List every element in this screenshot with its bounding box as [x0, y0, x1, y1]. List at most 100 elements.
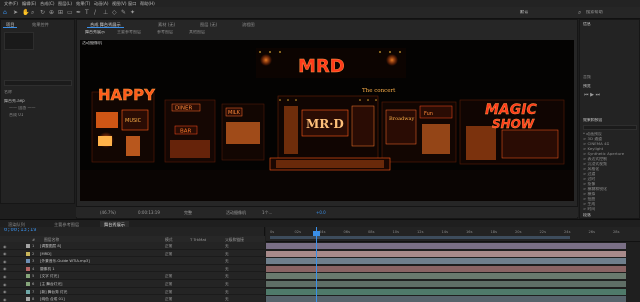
- effects-item[interactable]: > 过时: [583, 177, 595, 181]
- stamp-tool-icon[interactable]: ⊥: [103, 9, 111, 17]
- layer-label-color[interactable]: [26, 282, 30, 286]
- home-icon[interactable]: ⌂: [3, 9, 11, 17]
- layer-parent[interactable]: 无: [225, 290, 229, 295]
- resolution-dropdown[interactable]: 完整: [184, 210, 192, 216]
- layer-parent[interactable]: 无: [225, 297, 229, 302]
- layer-mode[interactable]: 正常: [165, 282, 172, 287]
- layer-parent[interactable]: 无: [225, 252, 229, 257]
- effects-item[interactable]: > Keylight: [583, 147, 603, 151]
- layer-duration-bar[interactable]: [266, 258, 626, 265]
- layer-label-color[interactable]: [26, 259, 30, 264]
- current-time-indicator-handle[interactable]: [313, 231, 320, 236]
- zoom-dropdown[interactable]: (46.7%): [100, 210, 116, 215]
- visibility-eye-icon[interactable]: ◉: [3, 282, 7, 287]
- layer-duration-bar[interactable]: [266, 281, 626, 287]
- layer-parent[interactable]: 无: [225, 274, 229, 279]
- eraser-tool-icon[interactable]: ◇: [112, 9, 120, 17]
- effects-item[interactable]: > 模拟: [583, 192, 595, 196]
- breadcrumb-item[interactable]: 其他图层: [189, 30, 205, 34]
- visibility-eye-icon[interactable]: ◉: [3, 251, 7, 256]
- search-icon[interactable]: ⌕: [578, 9, 581, 17]
- breadcrumb-item[interactable]: 主要参考图层: [117, 30, 141, 34]
- layer-name[interactable]: 摄像机 1: [40, 267, 135, 272]
- layer-row[interactable]: ◉ 4 摄像机 1 无: [0, 264, 265, 273]
- tab-layer[interactable]: 图层 (无): [197, 20, 220, 28]
- effects-search-input[interactable]: [583, 125, 637, 130]
- layer-duration-bar[interactable]: [266, 265, 626, 272]
- layer-mode[interactable]: 正常: [165, 297, 172, 302]
- layer-row[interactable]: ◉ 6 [主 舞台灯光] 正常 无: [0, 280, 265, 288]
- effects-item[interactable]: > 模糊和锐化: [583, 187, 607, 191]
- layer-row[interactable]: ◉ 8 [纯色 合成 01] 正常 无: [0, 295, 265, 302]
- layer-duration-bar[interactable]: [266, 288, 626, 295]
- visibility-eye-icon[interactable]: ◉: [3, 244, 7, 249]
- layer-duration-bar[interactable]: [266, 296, 626, 302]
- layer-name[interactable]: [调整图层 8]: [40, 244, 135, 249]
- layer-row[interactable]: ◉ 3 [外景音乐.Guide WTIA.mp3] 无: [0, 257, 265, 265]
- last-frame-icon[interactable]: ⏭: [596, 92, 601, 98]
- effects-item[interactable]: > 风格化: [583, 167, 599, 171]
- layer-name[interactable]: [文字 灯光]: [40, 274, 135, 279]
- composition-canvas[interactable]: MRD HAPPY DINER MUSIC BAR MILK The conce…: [80, 40, 574, 201]
- layer-name[interactable]: [MRD]: [40, 252, 135, 256]
- first-frame-icon[interactable]: ⏮: [584, 92, 589, 98]
- rotate-tool-icon[interactable]: ↻: [40, 9, 48, 17]
- layer-name[interactable]: [新] 舞台秀 灯光: [40, 290, 135, 295]
- visibility-eye-icon[interactable]: ◉: [3, 266, 7, 271]
- camera-tool-icon[interactable]: ⊕: [49, 9, 57, 17]
- layer-row[interactable]: ◉ 2 [MRD] 正常 无: [0, 249, 265, 258]
- effects-item[interactable]: * 动画预设: [583, 132, 602, 136]
- project-search-box[interactable]: [4, 80, 72, 86]
- camera-dropdown[interactable]: 活动摄像机: [226, 210, 246, 216]
- layer-label-color[interactable]: [26, 289, 30, 294]
- visibility-eye-icon[interactable]: ◉: [3, 274, 7, 279]
- viewer-timecode[interactable]: 0:00:13:19: [138, 210, 160, 215]
- puppet-tool-icon[interactable]: ✦: [130, 9, 138, 17]
- play-icon[interactable]: ▶: [590, 92, 594, 98]
- layer-mode[interactable]: 正常: [165, 244, 172, 249]
- views-dropdown[interactable]: 1个...: [262, 210, 272, 216]
- work-area-bar[interactable]: [270, 236, 570, 239]
- layer-parent[interactable]: 无: [225, 267, 229, 272]
- roto-tool-icon[interactable]: ✎: [121, 9, 129, 17]
- effects-item[interactable]: > 抠像: [583, 182, 595, 186]
- project-item[interactable]: 合成 01: [9, 113, 23, 117]
- timeline-timecode[interactable]: 0;00;13;19: [4, 228, 36, 233]
- effects-item[interactable]: > 沉浸式视频: [583, 162, 607, 166]
- layer-mode[interactable]: 正常: [165, 274, 172, 279]
- layer-mode[interactable]: 正常: [165, 252, 172, 257]
- layer-duration-bar[interactable]: [266, 250, 626, 257]
- effects-item[interactable]: > 生成: [583, 202, 595, 206]
- text-tool-icon[interactable]: T: [85, 9, 93, 17]
- layer-row[interactable]: ◉ 7 [新] 舞台秀 灯光 正常 无: [0, 287, 265, 296]
- zoom-tool-icon[interactable]: ⌕: [31, 9, 39, 17]
- effects-item[interactable]: > Synthetic Aperture: [583, 152, 624, 156]
- effects-item[interactable]: > 3D 通道: [583, 137, 602, 141]
- layer-parent[interactable]: 无: [225, 282, 229, 287]
- project-item[interactable]: 舞台秀.aep: [4, 99, 25, 103]
- current-time-indicator[interactable]: [316, 227, 317, 302]
- panel-info-title[interactable]: 信息: [583, 22, 591, 26]
- time-ruler[interactable]: 0s 02s 04s 06s 08s 10s 12s 14s 16s 18s 20s 22s 24s 26…: [266, 227, 640, 242]
- selection-tool-icon[interactable]: ➤: [13, 9, 21, 17]
- layer-label-color[interactable]: [26, 266, 30, 271]
- layer-name[interactable]: [主 舞台灯光]: [40, 282, 135, 287]
- visibility-eye-icon[interactable]: ◉: [3, 297, 7, 302]
- anchor-tool-icon[interactable]: ⊞: [58, 9, 66, 17]
- layer-row[interactable]: ◉ 5 [文字 灯光] 正常 无: [0, 272, 265, 280]
- breadcrumb-item[interactable]: 舞台秀展示: [85, 30, 105, 34]
- panel-effects-title[interactable]: 效果和预设: [583, 118, 602, 122]
- layer-label-color[interactable]: [26, 244, 30, 248]
- layer-name[interactable]: [外景音乐.Guide WTIA.mp3]: [40, 259, 135, 264]
- layer-duration-bar[interactable]: [266, 273, 626, 280]
- project-item[interactable]: —— 固态 ——: [9, 106, 36, 110]
- effects-item[interactable]: > 表达式控制: [583, 157, 607, 161]
- layer-duration-bar[interactable]: [266, 243, 626, 249]
- rectangle-tool-icon[interactable]: ▭: [67, 9, 75, 17]
- effects-item[interactable]: > CINEMA 4D: [583, 142, 609, 146]
- pen-tool-icon[interactable]: ✒: [76, 9, 84, 17]
- search-help-input[interactable]: 搜索帮助: [586, 10, 603, 14]
- layer-name[interactable]: [纯色 合成 01]: [40, 297, 135, 302]
- tab-footage[interactable]: 素材 (无): [155, 20, 178, 28]
- layer-label-color[interactable]: [26, 274, 30, 279]
